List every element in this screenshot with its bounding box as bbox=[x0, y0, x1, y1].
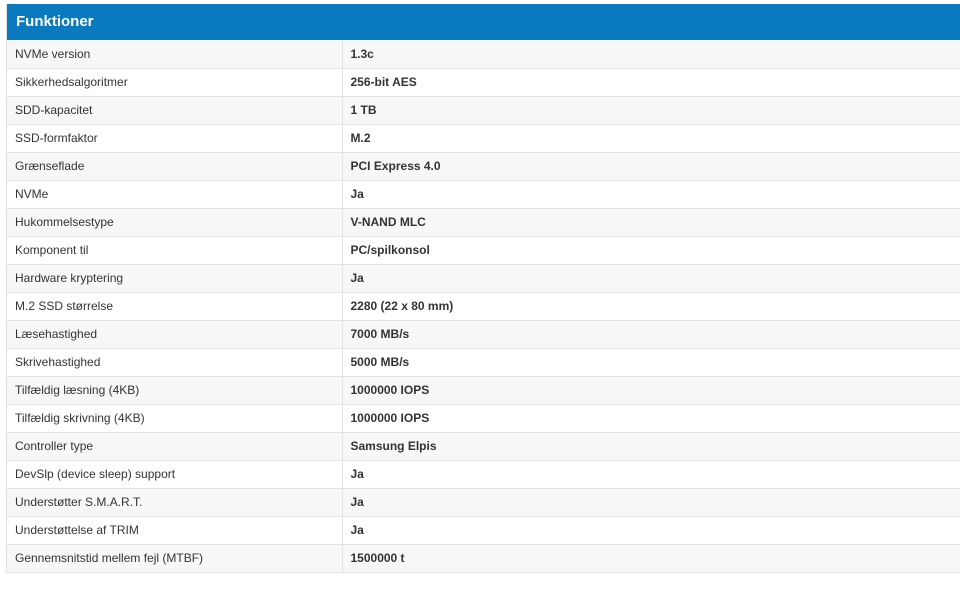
spec-label: DevSlp (device sleep) support bbox=[7, 460, 342, 489]
spec-label: Tilfældig skrivning (4KB) bbox=[7, 404, 342, 433]
spec-label: SDD-kapacitet bbox=[7, 96, 342, 125]
spec-value: 5000 MB/s bbox=[341, 348, 960, 377]
spec-value: PCI Express 4.0 bbox=[341, 152, 960, 181]
spec-value: Ja bbox=[341, 516, 960, 545]
spec-label: Controller type bbox=[7, 432, 342, 461]
table-row: Sikkerhedsalgoritmer 256-bit AES bbox=[7, 68, 960, 97]
table-row: Controller type Samsung Elpis bbox=[7, 432, 960, 461]
spec-label: Komponent til bbox=[7, 236, 342, 265]
table-row: NVMe version 1.3c bbox=[7, 40, 960, 69]
table-row: Læsehastighed 7000 MB/s bbox=[7, 320, 960, 349]
table-row: NVMe Ja bbox=[7, 180, 960, 209]
spec-value: PC/spilkonsol bbox=[341, 236, 960, 265]
spec-label: Understøttelse af TRIM bbox=[7, 516, 342, 545]
spec-label: Grænseflade bbox=[7, 152, 342, 181]
spec-label: NVMe bbox=[7, 180, 342, 209]
table-row: Gennemsnitstid mellem fejl (MTBF) 1500000… bbox=[7, 544, 960, 573]
spec-value: 256-bit AES bbox=[341, 68, 960, 97]
spec-label: M.2 SSD størrelse bbox=[7, 292, 342, 321]
spec-label: Hardware kryptering bbox=[7, 264, 342, 293]
panel-title: Funktioner bbox=[7, 4, 960, 40]
table-row: M.2 SSD størrelse 2280 (22 x 80 mm) bbox=[7, 292, 960, 321]
spec-label: NVMe version bbox=[7, 40, 342, 69]
table-row: SDD-kapacitet 1 TB bbox=[7, 96, 960, 125]
spec-label: Hukommelsestype bbox=[7, 208, 342, 237]
table-row: Komponent til PC/spilkonsol bbox=[7, 236, 960, 265]
table-row: Understøttelse af TRIM Ja bbox=[7, 516, 960, 545]
table-row: Understøtter S.M.A.R.T. Ja bbox=[7, 488, 960, 517]
table-row: Hardware kryptering Ja bbox=[7, 264, 960, 293]
spec-value: V-NAND MLC bbox=[341, 208, 960, 237]
spec-value: Ja bbox=[341, 180, 960, 209]
spec-table: NVMe version 1.3c Sikkerhedsalgoritmer 256… bbox=[7, 40, 960, 573]
table-row: SSD-formfaktor M.2 bbox=[7, 124, 960, 153]
table-row: Hukommelsestype V-NAND MLC bbox=[7, 208, 960, 237]
table-row: Skrivehastighed 5000 MB/s bbox=[7, 348, 960, 377]
spec-label: Tilfældig læsning (4KB) bbox=[7, 376, 342, 405]
spec-value: 1000000 IOPS bbox=[341, 404, 960, 433]
spec-label: Skrivehastighed bbox=[7, 348, 342, 377]
spec-label: Læsehastighed bbox=[7, 320, 342, 349]
table-row: Tilfældig læsning (4KB) 1000000 IOPS bbox=[7, 376, 960, 405]
spec-value: Ja bbox=[341, 488, 960, 517]
spec-label: Understøtter S.M.A.R.T. bbox=[7, 488, 342, 517]
spec-value: 1 TB bbox=[341, 96, 960, 125]
spec-value: M.2 bbox=[341, 124, 960, 153]
spec-label: Gennemsnitstid mellem fejl (MTBF) bbox=[7, 544, 342, 573]
spec-value: 1.3c bbox=[341, 40, 960, 69]
table-row: DevSlp (device sleep) support Ja bbox=[7, 460, 960, 489]
spec-value: Ja bbox=[341, 460, 960, 489]
features-panel: Funktioner NVMe version 1.3c Sikkerhedsal… bbox=[6, 4, 960, 573]
spec-value: 1000000 IOPS bbox=[341, 376, 960, 405]
spec-value: Ja bbox=[341, 264, 960, 293]
table-row: Tilfældig skrivning (4KB) 1000000 IOPS bbox=[7, 404, 960, 433]
spec-label: Sikkerhedsalgoritmer bbox=[7, 68, 342, 97]
spec-value: 2280 (22 x 80 mm) bbox=[341, 292, 960, 321]
table-row: Grænseflade PCI Express 4.0 bbox=[7, 152, 960, 181]
spec-value: Samsung Elpis bbox=[341, 432, 960, 461]
spec-value: 7000 MB/s bbox=[341, 320, 960, 349]
spec-value: 1500000 t bbox=[341, 544, 960, 573]
spec-label: SSD-formfaktor bbox=[7, 124, 342, 153]
